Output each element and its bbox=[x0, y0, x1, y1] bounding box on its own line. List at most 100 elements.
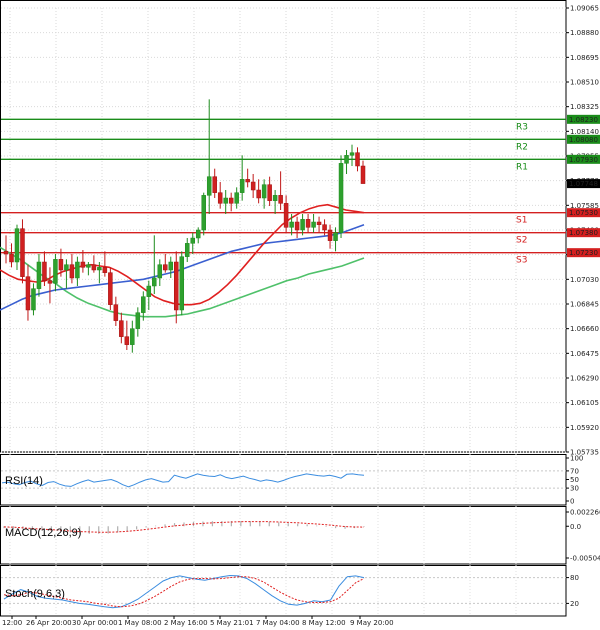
candle bbox=[47, 267, 53, 304]
candle-body bbox=[217, 192, 223, 204]
candle bbox=[212, 168, 217, 198]
macd-panel: 0.002266 0.0 -0.005046 MACD(12,26,9) bbox=[0, 506, 600, 565]
candle bbox=[91, 255, 97, 273]
candle-body bbox=[58, 259, 64, 271]
candle-body bbox=[174, 261, 179, 311]
level-name-s2: S2 bbox=[516, 236, 527, 246]
candle-body bbox=[130, 328, 135, 345]
time-tick-label: 5 May 21:01 bbox=[210, 619, 254, 627]
indicator-tick-label: 0.002266 bbox=[570, 509, 600, 517]
level-price-label: 1.07230 bbox=[569, 249, 598, 257]
candle bbox=[184, 238, 190, 262]
candle-body bbox=[69, 264, 75, 279]
candle bbox=[294, 216, 300, 238]
candle bbox=[201, 192, 206, 236]
candle-body bbox=[80, 261, 86, 268]
candle-body bbox=[300, 219, 305, 231]
candle-body bbox=[9, 253, 14, 263]
candle bbox=[135, 307, 141, 337]
candle bbox=[119, 312, 124, 344]
candle-body bbox=[206, 176, 212, 196]
price-tick-label: 1.06845 bbox=[570, 301, 599, 309]
candle bbox=[152, 235, 157, 294]
candle-body bbox=[146, 285, 152, 297]
level-price-label: 1.08080 bbox=[569, 136, 598, 144]
candle bbox=[228, 192, 234, 212]
candle bbox=[261, 179, 267, 209]
candle bbox=[344, 150, 349, 174]
candle-body bbox=[278, 195, 283, 204]
level-name-r1: R1 bbox=[516, 162, 528, 172]
candle bbox=[174, 251, 179, 324]
candle-body bbox=[64, 264, 69, 271]
candle bbox=[157, 259, 163, 286]
candle-body bbox=[338, 163, 344, 233]
candle-body bbox=[195, 229, 201, 239]
candle bbox=[316, 216, 322, 233]
candle-body bbox=[333, 232, 338, 241]
candle bbox=[130, 320, 135, 353]
macd-title: MACD(12,26,9) bbox=[5, 527, 81, 539]
candle-body bbox=[228, 197, 234, 204]
candle-body bbox=[360, 165, 366, 184]
candle bbox=[206, 99, 212, 214]
candle bbox=[179, 251, 185, 316]
candle-body bbox=[250, 181, 256, 191]
candle bbox=[53, 254, 58, 292]
current-price-label: 1.07748 bbox=[569, 180, 598, 188]
candle-body bbox=[135, 312, 141, 329]
time-tick-label: 30 Apr 00:00 bbox=[72, 619, 118, 627]
candle-body bbox=[97, 267, 102, 271]
price-tick-label: 1.06290 bbox=[570, 375, 599, 383]
candle bbox=[223, 190, 228, 214]
chart-canvas: R3 R2 R1 S1 S2 S3 1.09065 1.08880 1.08695 1.0851… bbox=[0, 0, 600, 627]
price-tick-label: 1.06660 bbox=[570, 325, 599, 333]
candle bbox=[272, 190, 278, 214]
candle bbox=[75, 256, 80, 286]
candle-body bbox=[20, 228, 25, 277]
candle-body bbox=[168, 261, 174, 271]
indicator-tick-label: 0 bbox=[570, 498, 574, 506]
candle bbox=[42, 251, 47, 286]
candle bbox=[86, 262, 91, 276]
candle-body bbox=[47, 280, 53, 284]
level-name-r2: R2 bbox=[516, 142, 528, 152]
candle-body bbox=[184, 243, 190, 257]
time-axis: 12:00 26 Apr 20:00 30 Apr 00:00 1 May 08:00… bbox=[2, 616, 394, 627]
candle-body bbox=[157, 264, 163, 279]
candle bbox=[278, 171, 283, 210]
price-tick-label: 1.09065 bbox=[570, 5, 599, 13]
candle bbox=[349, 144, 355, 166]
candle-body bbox=[261, 184, 267, 199]
candle bbox=[250, 174, 256, 198]
candle bbox=[20, 219, 25, 284]
price-tick-label: 1.06475 bbox=[570, 350, 599, 358]
candle bbox=[190, 232, 195, 254]
candle bbox=[36, 254, 42, 297]
level-name-r3: R3 bbox=[516, 122, 528, 132]
candle-body bbox=[36, 261, 42, 289]
candle-body bbox=[355, 152, 360, 167]
candle-body bbox=[190, 237, 195, 244]
indicator-tick-label: 50 bbox=[570, 476, 579, 484]
candle-body bbox=[102, 267, 108, 273]
candle bbox=[338, 155, 344, 238]
candle-body bbox=[91, 264, 97, 271]
candle-body bbox=[86, 264, 91, 268]
candle-body bbox=[152, 277, 157, 287]
candle-body bbox=[245, 179, 250, 183]
candle-body bbox=[42, 261, 47, 281]
candle-body bbox=[349, 152, 355, 156]
candle-body bbox=[344, 155, 349, 164]
stoch-panel: 80 20 Stoch(9,6,3) bbox=[0, 565, 579, 617]
level-price-label: 1.07930 bbox=[569, 156, 598, 164]
candle-body bbox=[267, 184, 272, 201]
candle-body bbox=[124, 336, 130, 345]
candle bbox=[217, 182, 223, 209]
level-price-label: 1.07530 bbox=[569, 209, 598, 217]
candle-body bbox=[239, 179, 245, 193]
candle bbox=[31, 283, 36, 316]
indicator-tick-label: 20 bbox=[570, 600, 579, 608]
time-tick-label: 8 May 12:00 bbox=[302, 619, 346, 627]
candle-body bbox=[179, 256, 185, 311]
